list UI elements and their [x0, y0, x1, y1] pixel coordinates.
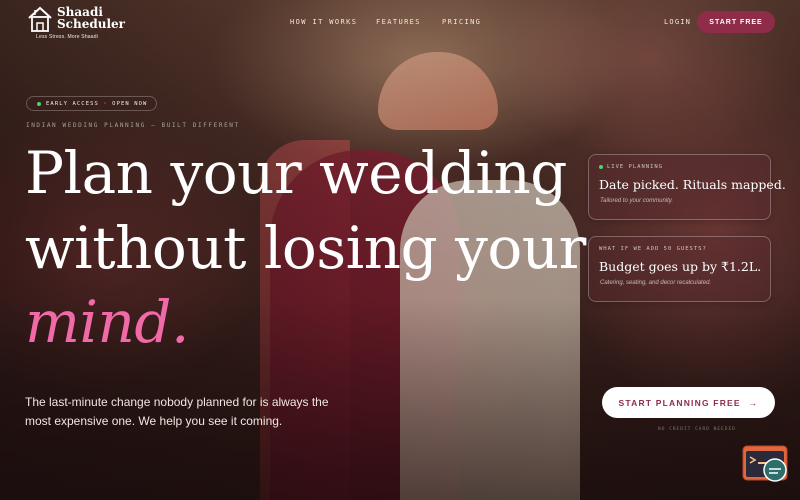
- brand-logo[interactable]: Shaadi Scheduler: [27, 5, 125, 33]
- cta-label: START PLANNING FREE: [618, 397, 741, 408]
- card-title: Budget goes up by ₹1.2L.: [599, 259, 762, 274]
- hero-paragraph: The last-minute change nobody planned fo…: [25, 395, 329, 428]
- early-access-badge-label: EARLY ACCESS · OPEN NOW: [46, 100, 148, 107]
- card-label-text: LIVE PLANNING: [607, 164, 664, 170]
- live-dot-icon: [599, 165, 603, 169]
- chat-widget-icon[interactable]: [742, 445, 790, 483]
- card-label: WHAT IF WE ADD 50 GUESTS?: [599, 246, 707, 252]
- login-link[interactable]: LOGIN: [664, 18, 691, 26]
- brand-name-line2: Scheduler: [57, 17, 125, 31]
- live-planning-card: LIVE PLANNING Date picked. Rituals mappe…: [588, 154, 786, 220]
- house-logo-icon: [28, 6, 52, 32]
- nav-features[interactable]: FEATURES: [376, 18, 421, 26]
- card-subtitle: Tailored to your community.: [600, 198, 674, 204]
- card-subtitle: Catering, seating, and decor recalculate…: [600, 280, 712, 286]
- card-title: Date picked. Rituals mapped.: [599, 177, 786, 192]
- brand-name: Shaadi Scheduler: [57, 6, 125, 30]
- brand-tagline: Less Stress. More Shaadi: [36, 34, 99, 40]
- what-if-card: WHAT IF WE ADD 50 GUESTS? Budget goes up…: [588, 236, 771, 302]
- start-free-button[interactable]: START FREE: [697, 11, 775, 33]
- cta-note: NO CREDIT CARD NEEDED: [658, 427, 736, 432]
- nav-pricing[interactable]: PRICING: [442, 18, 481, 26]
- hero-eyebrow: INDIAN WEDDING PLANNING — BUILT DIFFEREN…: [26, 122, 240, 129]
- nav-how-it-works[interactable]: HOW IT WORKS: [290, 18, 357, 26]
- arrow-right-icon: →: [748, 397, 759, 408]
- start-planning-free-button[interactable]: START PLANNING FREE →: [602, 387, 775, 418]
- hero-headline-line3: mind.: [25, 288, 189, 356]
- hero-headline-line1: Plan your wedding: [25, 139, 567, 207]
- live-dot-icon: [37, 101, 41, 106]
- card-label: LIVE PLANNING: [599, 164, 663, 170]
- early-access-badge: EARLY ACCESS · OPEN NOW: [26, 96, 158, 111]
- hero-headline-line2: without losing your: [25, 214, 586, 282]
